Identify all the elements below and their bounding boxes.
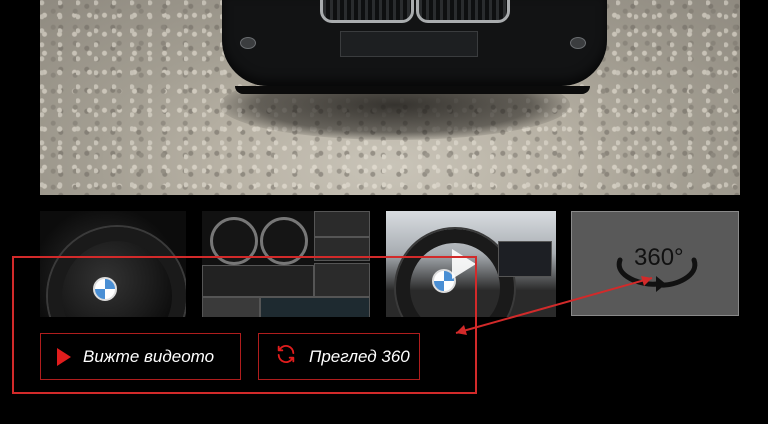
switch-panel [314,211,370,237]
bmw-logo-icon [93,277,117,301]
steering-wheel [48,227,186,317]
speedometer-gauge [210,217,258,265]
front-lip [235,86,590,94]
fog-light-right [570,37,586,49]
play-icon [452,249,476,279]
fog-light-left [240,37,256,49]
thumbnail-360-view[interactable]: 360° [571,211,739,316]
kidney-grille-right [416,0,510,23]
view-360-label: Преглед 360 [309,346,410,366]
thumbnail-steering-wheel[interactable] [40,211,186,317]
svg-text:360°: 360° [634,244,684,271]
thumbnail-cockpit-video[interactable] [386,211,556,317]
kidney-grille-left [320,0,414,23]
seat-panel [202,297,260,317]
play-icon [57,347,71,366]
thumbnail-instrument-collage[interactable] [202,211,370,317]
rotate-360-icon: 360° [616,244,698,292]
screen-panel [260,297,370,317]
infotainment-screen [498,241,552,277]
refresh-icon [275,343,297,370]
view-360-button[interactable]: Преглед 360 [258,333,420,380]
dash-panel [202,265,314,297]
tachometer-gauge [260,217,308,265]
watch-video-button[interactable]: Вижте видеото [40,333,241,380]
vent-panel [314,237,370,261]
main-car-photo[interactable] [40,0,740,195]
watch-video-label: Вижте видеото [83,346,215,366]
light-switch-panel [314,263,370,297]
license-plate [340,31,478,57]
